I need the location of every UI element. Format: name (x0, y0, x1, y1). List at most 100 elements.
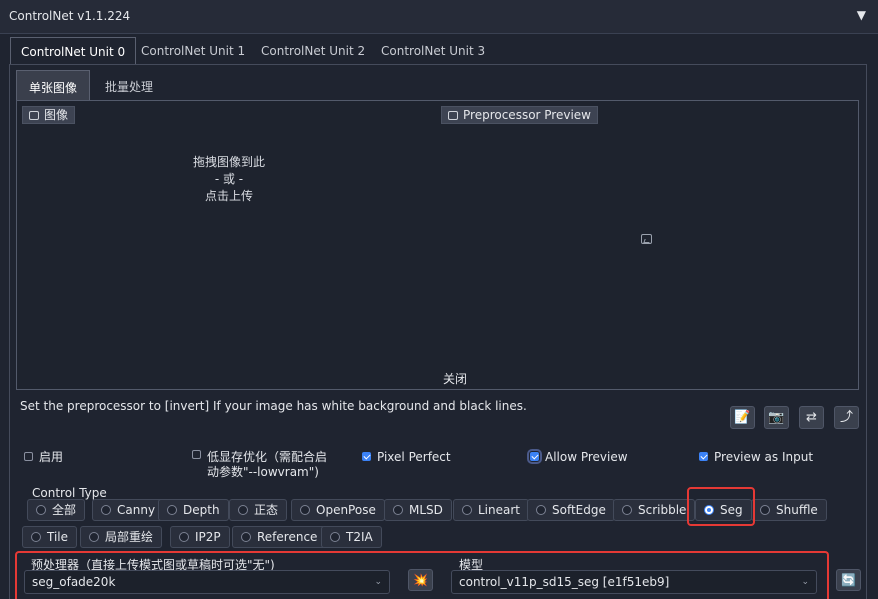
radio-label: OpenPose (316, 503, 376, 517)
radio-label: Tile (47, 530, 69, 544)
control-type-inpaint[interactable]: 局部重绘 (80, 526, 163, 548)
pixel-perfect-checkbox[interactable]: Pixel Perfect (362, 450, 451, 465)
control-type-seg[interactable]: Seg (695, 499, 752, 521)
chevron-down-icon: ⌄ (374, 577, 382, 587)
radio-dot (167, 505, 177, 515)
tab-controlnet-unit-1[interactable]: ControlNet Unit 1 (131, 37, 255, 65)
drop-zone-text[interactable]: 拖拽图像到此 - 或 - 点击上传 (185, 154, 273, 205)
radio-dot (101, 505, 111, 515)
radio-label: MLSD (409, 503, 443, 517)
edit-button[interactable]: 📝 (730, 406, 755, 429)
checkbox-box[interactable] (24, 452, 33, 461)
image-icon (29, 111, 39, 120)
swap-button[interactable]: ⇄ (799, 406, 824, 429)
preprocessor-preview-chip: Preprocessor Preview (441, 106, 598, 124)
radio-dot (300, 505, 310, 515)
lowvram-checkbox[interactable]: 低显存优化（需配合启 动参数"--lowvram") (192, 450, 327, 480)
explosion-icon: 💥 (413, 573, 428, 587)
swap-icon: ⇄ (806, 410, 817, 425)
checkbox-box[interactable] (699, 452, 708, 461)
checkbox-box[interactable] (527, 449, 542, 464)
control-type-normal[interactable]: 正态 (229, 499, 288, 521)
image-upload-area[interactable]: 图像 拖拽图像到此 - 或 - 点击上传 Preprocessor Previe… (16, 100, 859, 390)
send-up-button[interactable]: ⤴ (834, 406, 859, 429)
tab-controlnet-unit-2[interactable]: ControlNet Unit 2 (251, 37, 375, 65)
control-type-reference[interactable]: Reference (232, 526, 327, 548)
radio-label: Reference (257, 530, 318, 544)
radio-dot (760, 505, 770, 515)
collapse-triangle-icon[interactable]: ▼ (857, 8, 866, 22)
invert-hint: Set the preprocessor to [invert] If your… (20, 399, 527, 413)
radio-dot (536, 505, 546, 515)
control-type-ip2p[interactable]: IP2P (170, 526, 230, 548)
refresh-models-button[interactable]: 🔄 (836, 569, 861, 591)
radio-label: Shuffle (776, 503, 818, 517)
radio-label: 局部重绘 (105, 530, 154, 544)
edit-icon: 📝 (734, 410, 751, 425)
control-type-mlsd[interactable]: MLSD (384, 499, 452, 521)
image-icon (448, 111, 458, 120)
preview-as-input-label: Preview as Input (714, 450, 814, 464)
control-type-tile[interactable]: Tile (22, 526, 78, 548)
camera-icon: 📷 (768, 410, 785, 425)
camera-button[interactable]: 📷 (764, 406, 789, 429)
radio-dot (241, 532, 251, 542)
control-type-scribble[interactable]: Scribble (613, 499, 696, 521)
enable-label: 启用 (39, 450, 64, 464)
control-type-shuffle[interactable]: Shuffle (751, 499, 827, 521)
tab-single-image[interactable]: 单张图像 (16, 70, 91, 100)
controlnet-header[interactable]: ControlNet v1.1.224 ▼ (0, 0, 878, 34)
drop-line-3: 点击上传 (204, 189, 253, 203)
lowvram-label: 低显存优化（需配合启 动参数"--lowvram") (207, 450, 327, 480)
drop-line-1: 拖拽图像到此 (192, 155, 265, 169)
radio-label: 全部 (52, 503, 77, 517)
enable-checkbox[interactable]: 启用 (24, 450, 63, 465)
control-type-lineart[interactable]: Lineart (453, 499, 529, 521)
preview-as-input-checkbox[interactable]: Preview as Input (699, 450, 813, 465)
image-label-chip: 图像 (22, 106, 76, 124)
panel-title: ControlNet v1.1.224 (9, 9, 131, 23)
run-preprocessor-button[interactable]: 💥 (408, 569, 433, 591)
radio-dot (36, 505, 46, 515)
tab-controlnet-unit-0[interactable]: ControlNet Unit 0 (10, 37, 137, 65)
pixel-perfect-label: Pixel Perfect (377, 450, 451, 464)
radio-label: Canny (117, 503, 156, 517)
control-type-t2ia[interactable]: T2IA (321, 526, 382, 548)
drop-line-2: - 或 - (214, 172, 244, 186)
tab-batch[interactable]: 批量处理 (93, 70, 165, 100)
chevron-down-icon: ⌄ (801, 577, 809, 587)
preprocessor-value: seg_ofade20k (32, 575, 116, 589)
control-type-canny[interactable]: Canny (92, 499, 165, 521)
radio-label: Depth (183, 503, 220, 517)
checkbox-box[interactable] (362, 452, 371, 461)
radio-dot (462, 505, 472, 515)
tab-controlnet-unit-3[interactable]: ControlNet Unit 3 (371, 37, 495, 65)
radio-dot (31, 532, 41, 542)
refresh-icon: 🔄 (841, 573, 856, 587)
control-type-depth[interactable]: Depth (158, 499, 229, 521)
control-type-all[interactable]: 全部 (27, 499, 86, 521)
control-type-softedge[interactable]: SoftEdge (527, 499, 615, 521)
radio-label: T2IA (346, 530, 373, 544)
radio-dot (238, 505, 248, 515)
radio-dot (330, 532, 340, 542)
radio-dot (179, 532, 189, 542)
allow-preview-label: Allow Preview (545, 450, 628, 464)
preprocessor-select[interactable]: seg_ofade20k ⌄ (24, 570, 390, 594)
control-type-openpose[interactable]: OpenPose (291, 499, 385, 521)
model-select[interactable]: control_v11p_sd15_seg [e1f51eb9] ⌄ (451, 570, 817, 594)
radio-label: IP2P (195, 530, 221, 544)
lowvram-label-line-2: 动参数"--lowvram") (207, 465, 319, 479)
radio-label: Lineart (478, 503, 520, 517)
checkbox-box[interactable] (192, 450, 201, 459)
send-up-icon: ⤴ (839, 410, 853, 425)
preprocessor-preview-label: Preprocessor Preview (463, 108, 591, 122)
image-label: 图像 (44, 108, 69, 122)
allow-preview-checkbox[interactable]: Allow Preview (527, 449, 628, 465)
radio-label: Seg (720, 503, 743, 517)
close-preview-button[interactable]: 关闭 (443, 370, 467, 387)
broken-image-icon (641, 234, 652, 244)
radio-dot (89, 532, 99, 542)
radio-dot (393, 505, 403, 515)
lowvram-label-line-1: 低显存优化（需配合启 (207, 450, 328, 464)
